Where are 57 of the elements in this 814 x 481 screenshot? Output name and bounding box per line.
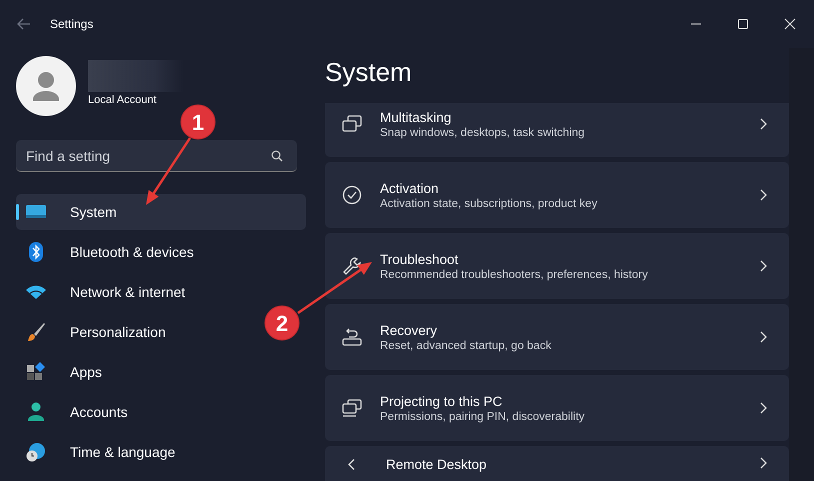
card-subtitle: Permissions, pairing PIN, discoverability (380, 410, 586, 422)
chevron-right-icon (760, 118, 767, 130)
person-icon (26, 402, 46, 422)
page-title: System (325, 57, 413, 89)
annotation-number: 1 (192, 110, 204, 135)
projector-screens-icon (342, 399, 362, 417)
settings-card[interactable]: Projecting to this PC Permissions, pairing PIN, discoverability (325, 375, 789, 441)
card-title: Activation (380, 180, 440, 196)
sidebar-item[interactable]: Network & internet (16, 274, 266, 310)
card-subtitle: Reset, advanced startup, go back (380, 340, 552, 352)
window-title: Settings (50, 17, 94, 31)
sidebar-item[interactable]: Accounts (16, 394, 266, 430)
annotation-number: 2 (276, 311, 288, 336)
search-field[interactable]: Find a setting (16, 140, 297, 172)
annotation-marker (264, 306, 300, 340)
card-subtitle: Snap windows, desktops, task switching (380, 126, 586, 138)
settings-card[interactable]: Troubleshoot Recommended troubleshooters, preferences, history (325, 233, 789, 299)
settings-card[interactable]: Recovery Reset, advanced startup, go back (325, 304, 789, 370)
checkmark-circle-icon (342, 185, 362, 205)
settings-card[interactable]: Multitasking Snap windows, desktops, task switching (325, 103, 789, 157)
annotation-marker (180, 104, 216, 140)
account-type: Local Account (88, 94, 158, 106)
remote-desktop-icon (348, 459, 355, 470)
bluetooth-icon (26, 242, 46, 262)
apps-icon (26, 362, 46, 382)
card-title: Multitasking (380, 110, 452, 124)
close-icon[interactable] (784, 18, 796, 30)
wifi-icon (26, 285, 46, 299)
chevron-right-icon (760, 402, 767, 414)
back-arrow-icon[interactable] (17, 18, 31, 30)
paintbrush-icon (26, 322, 46, 342)
sidebar-item[interactable]: Personalization (16, 314, 266, 350)
sidebar-item[interactable]: Bluetooth & devices (16, 234, 266, 270)
maximize-icon[interactable] (737, 18, 749, 30)
chevron-right-icon (760, 331, 767, 343)
settings-card[interactable]: Activation Activation state, subscriptions, product key (325, 162, 789, 228)
recovery-icon (342, 327, 362, 347)
globe-clock-icon (26, 442, 46, 462)
card-title: Recovery (380, 322, 438, 338)
monitor-icon (26, 204, 46, 220)
settings-card[interactable]: Remote Desktop (325, 446, 789, 481)
search-icon (271, 150, 283, 162)
card-title: Remote Desktop (386, 457, 488, 472)
sidebar-item[interactable]: Time & language (16, 434, 266, 470)
wrench-icon (342, 256, 362, 276)
sidebar-item[interactable]: Apps (16, 354, 266, 390)
avatar-icon (16, 56, 76, 116)
card-title: Projecting to this PC (380, 394, 504, 408)
chevron-right-icon (760, 260, 767, 272)
annotation-arrow (146, 137, 192, 205)
card-title: Troubleshoot (380, 252, 460, 266)
chevron-right-icon (760, 457, 767, 469)
card-subtitle: Recommended troubleshooters, preferences, history (380, 268, 649, 280)
overlapping-windows-icon (342, 115, 362, 133)
sidebar-item[interactable]: System (16, 194, 306, 230)
card-subtitle: Activation state, subscriptions, product key (380, 198, 598, 210)
chevron-right-icon (760, 189, 767, 201)
